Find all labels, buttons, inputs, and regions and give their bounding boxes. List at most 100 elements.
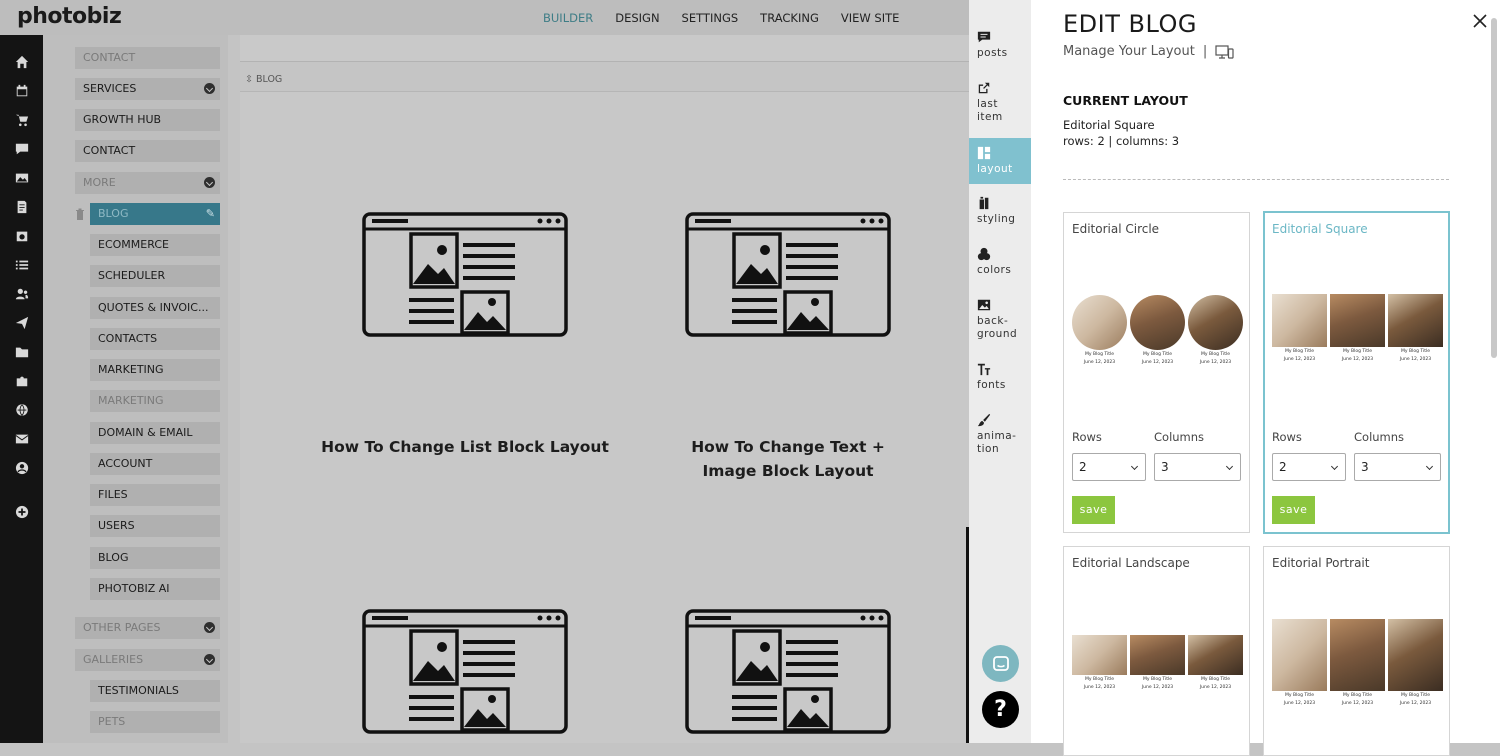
tab-styling[interactable]: styling bbox=[969, 196, 1031, 236]
nav-settings[interactable]: SETTINGS bbox=[682, 11, 739, 25]
columns-select[interactable]: 3 bbox=[1354, 453, 1441, 481]
page-item[interactable]: QUOTES & INVOIC... bbox=[90, 297, 220, 319]
document-icon[interactable] bbox=[14, 199, 29, 214]
globe-icon[interactable] bbox=[14, 402, 29, 417]
page-label: MORE bbox=[83, 176, 116, 189]
page-item[interactable]: OTHER PAGES bbox=[75, 617, 220, 639]
chevron-down-icon[interactable] bbox=[204, 83, 215, 94]
preview-post: My Blog Title June 12, 2023 bbox=[1388, 619, 1443, 707]
page-item-selected[interactable]: BLOG ✎ bbox=[90, 203, 220, 225]
rows-select[interactable]: 2 bbox=[1072, 453, 1146, 481]
chevron-down-icon[interactable] bbox=[204, 177, 215, 188]
tab-label: layout bbox=[977, 163, 1013, 175]
tab-layout[interactable]: layout bbox=[969, 138, 1031, 184]
preview-post: My Blog Title June 12, 2023 bbox=[1072, 295, 1127, 366]
send-icon[interactable] bbox=[14, 315, 29, 330]
layout-card-editorial-square[interactable]: Editorial Square My Blog Title June 12, 2… bbox=[1263, 211, 1450, 534]
page-item[interactable]: GROWTH HUB bbox=[75, 109, 220, 131]
photo-icon[interactable] bbox=[14, 170, 29, 185]
nav-builder[interactable]: BUILDER bbox=[543, 11, 593, 25]
chat-icon[interactable] bbox=[14, 141, 29, 156]
puzzle-icon[interactable] bbox=[14, 373, 29, 388]
page-label: MARKETING bbox=[98, 394, 164, 407]
add-icon[interactable] bbox=[14, 504, 29, 519]
folder-icon[interactable] bbox=[14, 344, 29, 359]
close-icon[interactable] bbox=[1472, 13, 1488, 29]
cart-icon[interactable] bbox=[14, 112, 29, 127]
page-item[interactable]: BLOG bbox=[90, 547, 220, 569]
preview-date: June 12, 2023 bbox=[1083, 360, 1116, 365]
blog-post-title[interactable]: How To Change Text + Image Block Layout bbox=[673, 435, 903, 483]
columns-select[interactable]: 3 bbox=[1154, 453, 1241, 481]
blog-placeholder-icon bbox=[685, 212, 891, 337]
chevron-down-icon[interactable] bbox=[204, 654, 215, 665]
layout-preview: My Blog Title June 12, 2023 My Blog Title… bbox=[1272, 294, 1443, 363]
save-button[interactable]: save bbox=[1072, 496, 1115, 524]
list-icon[interactable] bbox=[14, 257, 29, 272]
page-item[interactable]: TESTIMONIALS bbox=[90, 680, 220, 702]
tab-fonts[interactable]: fonts bbox=[969, 362, 1031, 402]
chat-bubble-icon bbox=[992, 655, 1009, 671]
page-item[interactable]: PHOTOBIZ AI bbox=[90, 578, 220, 600]
layout-card-editorial-portrait[interactable]: Editorial Portrait My Blog Title June 12,… bbox=[1263, 546, 1450, 756]
blog-block[interactable]: How To Change List Block Layout How To C… bbox=[240, 91, 969, 743]
page-item[interactable]: GALLERIES bbox=[75, 649, 220, 671]
page-item[interactable]: MORE bbox=[75, 172, 220, 194]
preview-image bbox=[1130, 295, 1185, 350]
preview-post: My Blog Title June 12, 2023 bbox=[1272, 294, 1327, 363]
preview-date: June 12, 2023 bbox=[1283, 701, 1316, 706]
nav-tracking[interactable]: TRACKING bbox=[760, 11, 819, 25]
rows-select[interactable]: 2 bbox=[1272, 453, 1346, 481]
preview-caption: My Blog Title bbox=[1085, 677, 1114, 682]
layout-card-editorial-circle[interactable]: Editorial Circle My Blog Title June 12, 2… bbox=[1063, 212, 1250, 533]
page-item[interactable]: SCHEDULER bbox=[90, 265, 220, 287]
page-item[interactable]: MARKETING bbox=[90, 390, 220, 412]
tab-label: colors bbox=[977, 264, 1012, 276]
page-item[interactable]: CONTACTS bbox=[90, 328, 220, 350]
page-item[interactable]: CONTACT bbox=[75, 140, 220, 162]
page-item[interactable]: DOMAIN & EMAIL bbox=[90, 422, 220, 444]
people-icon[interactable] bbox=[14, 286, 29, 301]
nav-view-site[interactable]: VIEW SITE bbox=[841, 11, 900, 25]
trash-icon[interactable] bbox=[75, 208, 85, 220]
blog-section-label[interactable]: ⇳ BLOG bbox=[245, 74, 282, 85]
panel-scrollbar[interactable] bbox=[1491, 18, 1497, 358]
preview-date: June 12, 2023 bbox=[1341, 701, 1374, 706]
preview-image bbox=[1072, 295, 1127, 350]
tab-colors[interactable]: colors bbox=[969, 247, 1031, 287]
preview-image bbox=[1130, 635, 1185, 675]
page-item[interactable]: ACCOUNT bbox=[90, 453, 220, 475]
canvas-top-section[interactable] bbox=[240, 35, 969, 62]
page-item[interactable]: ECOMMERCE bbox=[90, 234, 220, 256]
preview-post: My Blog Title June 12, 2023 bbox=[1272, 619, 1327, 707]
save-button[interactable]: save bbox=[1272, 496, 1315, 524]
page-item[interactable]: USERS bbox=[90, 515, 220, 537]
page-item[interactable]: SERVICES bbox=[75, 78, 220, 100]
chat-button[interactable] bbox=[982, 645, 1019, 682]
schedule-icon[interactable] bbox=[14, 228, 29, 243]
photobiz-logo[interactable]: photobiz bbox=[17, 4, 122, 29]
page-item[interactable]: CONTACT bbox=[75, 47, 220, 69]
page-item[interactable]: PETS bbox=[90, 711, 220, 733]
tab-animation[interactable]: anima-tion bbox=[969, 413, 1031, 461]
page-label: ACCOUNT bbox=[98, 457, 153, 470]
tab-background[interactable]: back-ground bbox=[969, 298, 1031, 346]
blog-post-title[interactable]: How To Change List Block Layout bbox=[315, 435, 615, 459]
home-icon[interactable] bbox=[14, 54, 29, 69]
preview-post: My Blog Title June 12, 2023 bbox=[1330, 619, 1385, 707]
help-button[interactable]: ? bbox=[982, 691, 1019, 728]
page-item[interactable]: MARKETING bbox=[90, 359, 220, 381]
page-label: BLOG bbox=[98, 551, 129, 564]
calendar-icon[interactable] bbox=[14, 83, 29, 98]
devices-icon[interactable] bbox=[1215, 44, 1234, 59]
layout-card-editorial-landscape[interactable]: Editorial Landscape My Blog Title June 12… bbox=[1063, 546, 1250, 756]
page-item[interactable]: FILES bbox=[90, 484, 220, 506]
mail-icon[interactable] bbox=[14, 431, 29, 446]
tab-last-item[interactable]: last item bbox=[969, 81, 1031, 129]
account-icon[interactable] bbox=[14, 460, 29, 475]
tab-posts[interactable]: posts bbox=[969, 30, 1031, 70]
chevron-down-icon[interactable] bbox=[204, 622, 215, 633]
edit-blog-panel: EDIT BLOG Manage Your Layout | CURRENT L… bbox=[1031, 0, 1500, 756]
pencil-icon[interactable]: ✎ bbox=[206, 208, 215, 220]
nav-design[interactable]: DESIGN bbox=[615, 11, 659, 25]
